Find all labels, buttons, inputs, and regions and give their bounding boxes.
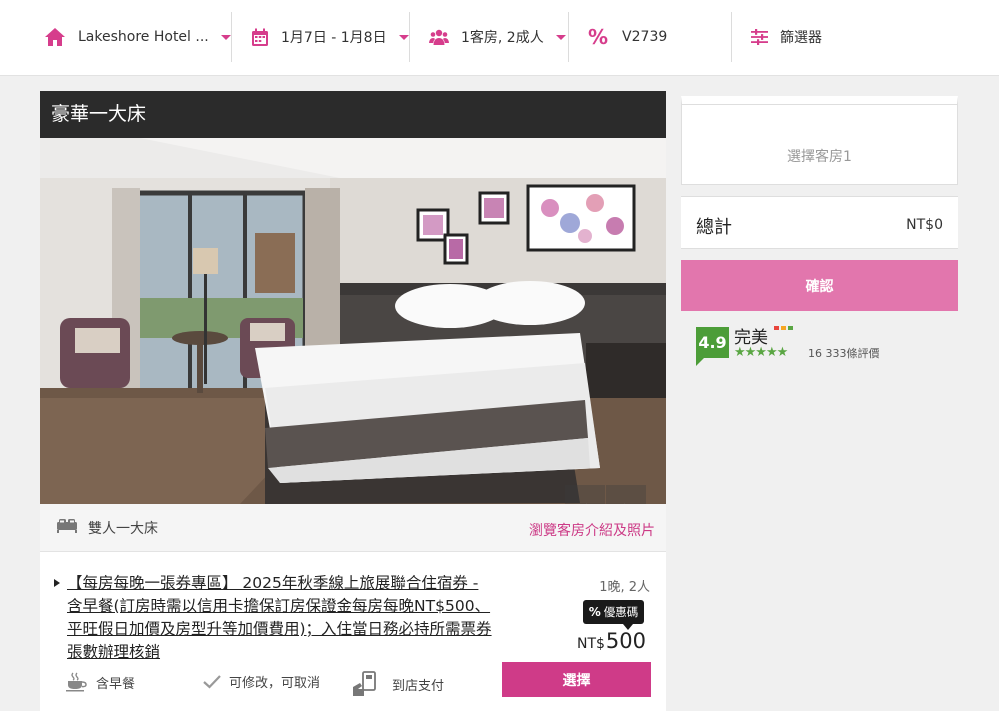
promo-code-field[interactable]: % V2739	[588, 12, 667, 62]
feature-payment-label: 到店支付	[392, 678, 445, 694]
check-icon	[203, 674, 221, 689]
carousel-prev-button[interactable]: ‹	[565, 485, 605, 504]
room-slot[interactable]: 選擇客房1	[681, 96, 958, 185]
room-card: 豪華一大床 雙人一大床 瀏覽客房介紹及照片 【每房每晚一張券專區】 2025年秋…	[40, 91, 666, 711]
total-value: NT$0	[906, 217, 943, 233]
search-bar: Lakeshore Hotel ... 1月7日 - 1月8日 1客房, 2成人…	[0, 0, 999, 76]
room-photo-image	[40, 138, 666, 504]
sliders-icon	[751, 29, 768, 45]
percent-icon: %	[588, 605, 601, 619]
caret-right-icon	[54, 579, 60, 587]
review-count: 16 333條評價	[808, 347, 880, 360]
room-title: 豪華一大床	[40, 91, 666, 138]
room-price: NT$ 500	[577, 629, 646, 653]
bed-info-row: 雙人一大床 瀏覽客房介紹及照片	[40, 504, 666, 552]
divider	[409, 12, 410, 62]
room-photo[interactable]: ‹ ›	[40, 138, 666, 504]
bed-icon	[57, 518, 77, 538]
coffee-cup-icon	[66, 672, 88, 692]
feature-breakfast-label: 含早餐	[96, 676, 136, 692]
filter-button[interactable]: 篩選器	[751, 12, 822, 62]
date-selector[interactable]: 1月7日 - 1月8日	[251, 12, 409, 62]
rating-flag	[696, 358, 704, 366]
bed-type: 雙人一大床	[88, 521, 158, 537]
room-slot-label: 選擇客房1	[787, 149, 852, 165]
coupon-badge: % 優惠碼	[583, 600, 644, 624]
chevron-down-icon	[398, 34, 409, 40]
total-label: 總計	[696, 217, 732, 238]
rating-score: 4.9	[696, 327, 729, 358]
confirm-button[interactable]: 確認	[681, 260, 958, 311]
guest-selector[interactable]: 1客房, 2成人	[429, 12, 566, 62]
total-row: 總計 NT$0	[681, 196, 958, 249]
promo-code: V2739	[622, 29, 668, 45]
filter-label: 篩選器	[780, 30, 822, 46]
select-rate-button[interactable]: 選擇	[502, 662, 651, 697]
divider	[731, 12, 732, 62]
coupon-label: 優惠碼	[603, 605, 639, 619]
hotel-name: Lakeshore Hotel ...	[78, 29, 209, 45]
occupancy-info: 1晚, 2人	[599, 580, 650, 595]
browse-room-link[interactable]: 瀏覽客房介紹及照片	[529, 520, 655, 540]
feature-payment: 到店支付	[350, 669, 444, 699]
chevron-down-icon	[555, 34, 566, 40]
feature-cancellation-label: 可修改，可取消	[229, 676, 321, 691]
feature-cancellation: 可修改，可取消	[203, 672, 320, 691]
chevron-left-icon: ‹	[581, 497, 588, 505]
rating-bars-icon	[774, 326, 793, 330]
calendar-icon	[251, 28, 269, 47]
guest-count: 1客房, 2成人	[461, 30, 544, 46]
price-currency: NT$	[576, 636, 605, 652]
feature-breakfast: 含早餐	[66, 672, 135, 692]
percent-icon: %	[588, 25, 609, 49]
home-icon	[44, 27, 66, 47]
date-range: 1月7日 - 1月8日	[281, 30, 387, 46]
divider	[568, 12, 569, 62]
hotel-selector[interactable]: Lakeshore Hotel ...	[44, 12, 231, 62]
chevron-down-icon	[220, 34, 231, 40]
price-amount: 500	[605, 629, 646, 653]
divider	[231, 12, 232, 62]
offer-title[interactable]: 【每房每晚一張券專區】 2025年秋季線上旅展聯合住宿券 - 含早餐(訂房時需以…	[54, 572, 495, 664]
rating-stars: ★★★★★	[734, 345, 788, 360]
users-icon	[429, 29, 449, 46]
card-payment-icon	[350, 669, 380, 699]
chevron-right-icon: ›	[622, 497, 629, 505]
offer-title-text: 【每房每晚一張券專區】 2025年秋季線上旅展聯合住宿券 - 含早餐(訂房時需以…	[67, 574, 492, 661]
carousel-next-button[interactable]: ›	[606, 485, 646, 504]
